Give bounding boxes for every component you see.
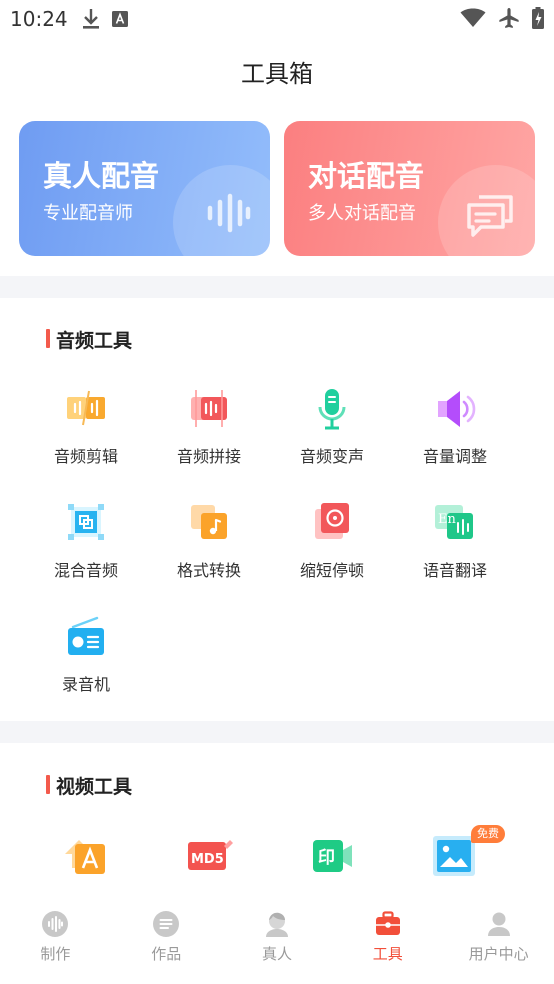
tool-recorder[interactable]: 录音机: [31, 613, 141, 695]
status-time: 10:24: [10, 7, 68, 31]
shorten-pause-icon: [315, 503, 349, 539]
nav-label: 制作: [40, 945, 71, 963]
tool-watermark-video[interactable]: 印: [277, 832, 387, 880]
speaker-icon: [438, 391, 476, 427]
tool-label: 缩短停顿: [299, 561, 364, 580]
md5-text: MD5: [191, 852, 224, 867]
tool-label: 语音翻译: [422, 561, 487, 580]
nav-item-user-center[interactable]: 用户中心: [443, 898, 554, 984]
airplane-icon: [499, 8, 519, 28]
download-icon: [83, 9, 99, 29]
tool-voice-change[interactable]: 音频变声: [277, 385, 387, 467]
dialogue-voice-banner[interactable]: 对话配音 多人对话配音: [284, 121, 535, 256]
nav-item-person[interactable]: 真人: [222, 898, 333, 984]
works-icon: [153, 911, 180, 937]
tool-shorten-pause[interactable]: 缩短停顿: [277, 499, 387, 581]
sound-wave-icon: [207, 193, 251, 233]
nav-item-tools[interactable]: 工具: [332, 898, 443, 984]
nav-label: 真人: [261, 945, 292, 963]
tool-mix-audio[interactable]: 混合音频: [31, 499, 141, 581]
user-center-icon: [487, 912, 510, 936]
text-upload-icon: [65, 840, 105, 874]
battery-icon: [532, 7, 544, 29]
audio-tools-title: 音频工具: [46, 326, 132, 353]
banner-subtitle: 专业配音师: [43, 203, 133, 224]
tool-video-text[interactable]: [31, 832, 141, 880]
banner-title: 对话配音: [308, 159, 425, 193]
nav-item-works[interactable]: 作品: [111, 898, 222, 984]
make-icon: [42, 911, 69, 937]
tool-label: 录音机: [61, 675, 110, 694]
svg-text:En: En: [438, 512, 456, 527]
tool-format-convert[interactable]: 格式转换: [154, 499, 264, 581]
format-convert-icon: [191, 505, 227, 539]
bottom-nav: 制作 作品 真人 工具 用户中心: [0, 898, 554, 984]
banner-subtitle: 多人对话配音: [308, 203, 416, 224]
nav-label: 作品: [151, 945, 182, 963]
tool-label: 混合音频: [53, 561, 118, 580]
microphone-icon: [318, 389, 346, 430]
person-icon: [265, 912, 288, 937]
real-voice-banner[interactable]: 真人配音 专业配音师: [19, 121, 270, 256]
tool-voice-translate[interactable]: En 语音翻译: [400, 499, 510, 581]
keyboard-a-icon: [112, 11, 128, 27]
tool-label: 格式转换: [176, 561, 241, 580]
nav-label: 用户中心: [468, 945, 529, 963]
mix-audio-icon: [68, 504, 104, 540]
page-title: 工具箱: [241, 60, 313, 88]
wifi-icon: [460, 8, 486, 27]
free-badge: 免费: [471, 825, 505, 843]
md5-edit-icon: MD5: [188, 840, 233, 870]
tool-label: 音频拼接: [176, 447, 241, 466]
tool-volume-adjust[interactable]: 音量调整: [400, 385, 510, 467]
audio-cut-icon: [67, 390, 105, 426]
tool-label: 音频变声: [299, 447, 364, 466]
chat-bubble-icon: [467, 195, 513, 237]
section-divider: [0, 721, 554, 743]
tool-label: 音频剪辑: [53, 447, 118, 466]
toolbox-icon: [375, 911, 400, 935]
watermark-video-icon: 印: [313, 840, 352, 872]
status-bar: 10:24: [0, 0, 554, 38]
video-tools-title: 视频工具: [46, 772, 132, 799]
translate-icon: En: [435, 505, 473, 539]
nav-item-make[interactable]: 制作: [0, 898, 111, 984]
tool-label: 音量调整: [422, 447, 487, 466]
banner-title: 真人配音: [43, 159, 160, 193]
nav-label: 工具: [372, 945, 403, 963]
section-divider: [0, 276, 554, 298]
tool-audio-cut[interactable]: 音频剪辑: [31, 385, 141, 467]
radio-recorder-icon: [68, 616, 104, 655]
tool-audio-join[interactable]: 音频拼接: [154, 385, 264, 467]
tool-md5-edit[interactable]: MD5: [154, 832, 264, 880]
audio-join-icon: [191, 390, 227, 427]
watermark-text: 印: [318, 848, 335, 868]
